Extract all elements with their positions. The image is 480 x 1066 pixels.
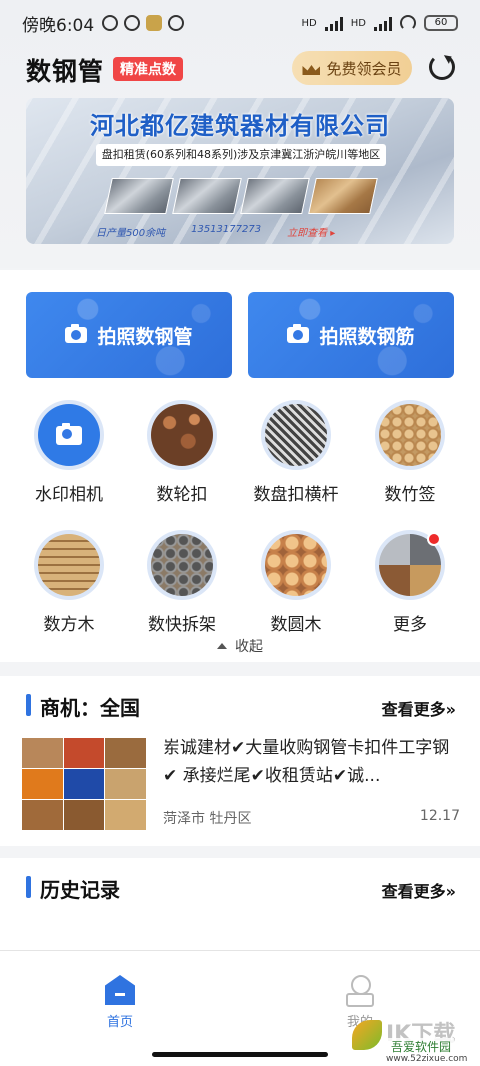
profile-icon — [346, 975, 374, 1007]
history-card: 历史记录 查看更多» — [0, 858, 480, 950]
banner-subtitle: 盘扣租赁(60系列和48系列)涉及京津冀江浙沪皖川等地区 — [96, 144, 386, 166]
free-vip-label: 免费领会员 — [326, 59, 402, 78]
banner-capacity: 日产量500余吨 — [96, 228, 166, 239]
camera-icon — [38, 404, 100, 466]
ad-banner[interactable]: 河北都亿建筑器材有限公司 盘扣租赁(60系列和48系列)涉及京津冀江浙沪皖川等地… — [26, 98, 454, 244]
business-thumbnail[interactable] — [22, 738, 146, 830]
history-more-link[interactable]: 查看更多» — [382, 878, 456, 902]
photo-count-rebar-button[interactable]: 拍照数钢筋 — [248, 292, 454, 378]
tool-count-round-log[interactable]: 数圆木 — [240, 530, 352, 635]
disc-buckle-photo — [265, 404, 327, 466]
watermark-logo: IK下载 吾爱软件园 www.52zixue.com — [350, 1012, 478, 1064]
square-timber-photo — [38, 534, 100, 596]
history-title: 历史记录 — [40, 878, 120, 902]
crown-icon — [302, 61, 320, 75]
status-time: 傍晚6:04 — [22, 15, 95, 36]
tool-more[interactable]: 更多 — [354, 530, 466, 635]
photo-count-rebar-label: 拍照数钢筋 — [319, 325, 415, 348]
hd-label-1: HD — [301, 17, 317, 29]
leaf-logo-icon — [352, 1020, 382, 1050]
tab-home[interactable]: 首页 — [80, 969, 160, 1030]
tools-card: 拍照数钢管 拍照数钢筋 水印相机 数轮扣 数盘扣横杆 数竹签 数方木 数快拆架 — [0, 270, 480, 662]
bell-off-icon — [102, 15, 119, 31]
tool-count-square-timber[interactable]: 数方木 — [13, 530, 125, 635]
free-vip-button[interactable]: 免费领会员 — [292, 51, 412, 85]
app-notification-icon-2 — [168, 15, 185, 31]
status-bar: 傍晚6:04 HD HD 60 — [0, 0, 480, 46]
product-image — [172, 178, 242, 214]
wheel-buckle-photo — [151, 404, 213, 466]
red-dot-badge — [427, 532, 441, 546]
banner-company: 河北都亿建筑器材有限公司 — [90, 112, 390, 140]
section-accent-bar — [26, 876, 31, 898]
app-notification-icon — [146, 15, 163, 31]
round-log-photo — [265, 534, 327, 596]
caret-up-icon — [217, 643, 227, 649]
camera-icon — [65, 324, 88, 343]
alarm-icon — [124, 15, 141, 31]
wifi-icon — [400, 15, 416, 31]
photo-count-pipe-label: 拍照数钢管 — [97, 325, 193, 348]
page-title: 数钢管 — [26, 57, 105, 86]
camera-icon — [287, 324, 310, 343]
app-header: 数钢管 精准点数 免费领会员 — [0, 48, 480, 90]
business-card: 商机：全国 查看更多» 岽诚建材✔大量收购钢管卡扣件工字钢✔ 承接烂尾✔收租赁站… — [0, 676, 480, 846]
banner-products — [104, 178, 378, 214]
precise-count-badge: 精准点数 — [113, 57, 183, 81]
tool-count-disc-buckle[interactable]: 数盘扣横杆 — [240, 400, 352, 505]
business-item-location: 菏泽市 牡丹区 — [163, 811, 252, 827]
product-image — [104, 178, 174, 214]
product-image — [240, 178, 310, 214]
refresh-icon[interactable] — [429, 54, 455, 80]
business-item-text[interactable]: 岽诚建材✔大量收购钢管卡扣件工字钢✔ 承接烂尾✔收租赁站✔诚... — [163, 734, 463, 790]
collapse-toggle[interactable]: 收起 — [0, 636, 480, 656]
home-indicator[interactable] — [152, 1052, 328, 1057]
section-accent-bar — [26, 694, 31, 716]
bamboo-stick-photo — [379, 404, 441, 466]
collapse-label: 收起 — [235, 639, 263, 655]
photo-count-pipe-button[interactable]: 拍照数钢管 — [26, 292, 232, 378]
quick-frame-photo — [151, 534, 213, 596]
home-icon — [105, 975, 135, 1005]
tool-count-wheel-buckle[interactable]: 数轮扣 — [126, 400, 238, 505]
product-image — [308, 178, 378, 214]
battery-icon: 60 — [424, 15, 458, 31]
banner-phone: 13513177273 — [191, 224, 262, 235]
top-area: 傍晚6:04 HD HD 60 数钢管 精准点数 免费领会员 河北都亿建筑器材有… — [0, 0, 480, 268]
business-title: 商机：全国 — [40, 696, 140, 720]
hd-label-2: HD — [350, 17, 366, 29]
tool-count-quick-frame[interactable]: 数快拆架 — [126, 530, 238, 635]
tool-count-bamboo[interactable]: 数竹签 — [354, 400, 466, 505]
tool-watermark-camera[interactable]: 水印相机 — [13, 400, 125, 505]
business-item-date: 12.17 — [419, 808, 460, 824]
business-more-link[interactable]: 查看更多» — [382, 696, 456, 720]
signal-icon-2 — [374, 15, 392, 31]
signal-icon — [324, 15, 343, 31]
banner-view-link[interactable]: 立即查看 ▸ — [287, 224, 335, 239]
